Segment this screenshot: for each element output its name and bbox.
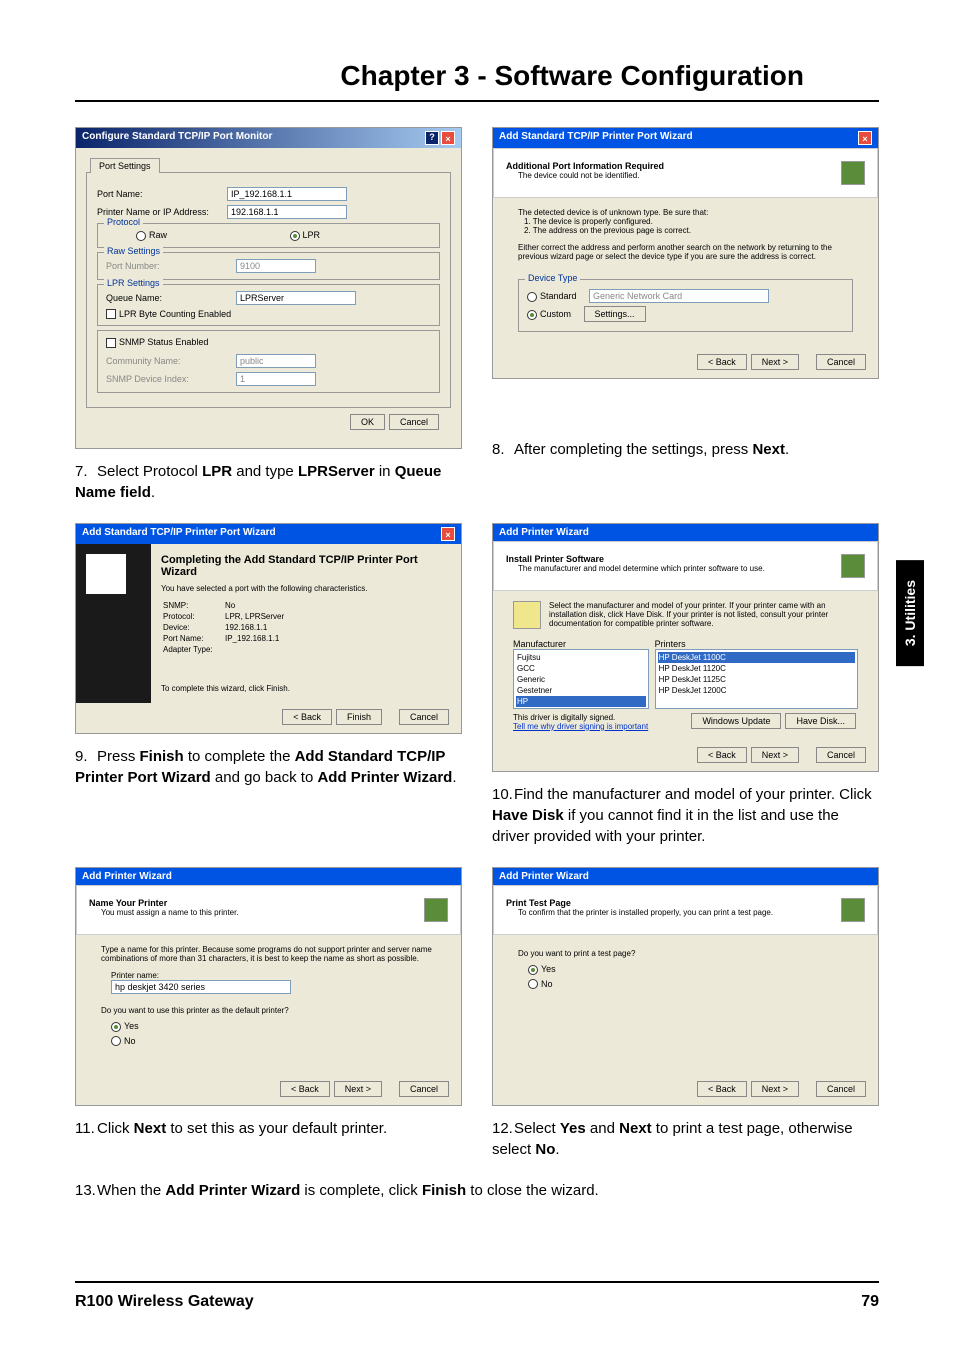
back-button[interactable]: < Back <box>697 1081 747 1097</box>
printer-icon <box>841 554 865 578</box>
wizard-heading: Name Your Printer <box>89 898 239 908</box>
step-7: 7.Select Protocol LPR and type LPRServer… <box>75 461 462 503</box>
cancel-button[interactable]: Cancel <box>816 1081 866 1097</box>
dialog-title: Add Printer Wizard <box>499 527 589 538</box>
radio-lpr[interactable] <box>290 231 300 241</box>
printer-icon <box>841 898 865 922</box>
raw-settings-legend: Raw Settings <box>104 246 163 256</box>
printer-name-input[interactable]: hp deskjet 3420 series <box>111 980 291 994</box>
cancel-button[interactable]: Cancel <box>816 354 866 370</box>
printer-icon <box>424 898 448 922</box>
radio-custom[interactable] <box>527 310 537 320</box>
step-12: 12.Select Yes and Next to print a test p… <box>492 1118 879 1160</box>
back-button[interactable]: < Back <box>697 354 747 370</box>
cancel-button[interactable]: Cancel <box>816 747 866 763</box>
snmp-legend: SNMP Status Enabled <box>119 337 208 347</box>
close-icon[interactable]: × <box>441 527 455 541</box>
dialog-name-printer: Add Printer Wizard Name Your PrinterYou … <box>75 867 462 1106</box>
wizard-subtext: The device could not be identified. <box>506 171 664 180</box>
protocol-legend: Protocol <box>104 217 143 227</box>
dialog-completing-wizard: Add Standard TCP/IP Printer Port Wizard ×… <box>75 523 462 734</box>
back-button[interactable]: < Back <box>282 709 332 725</box>
next-button[interactable]: Next > <box>334 1081 382 1097</box>
printer-addr-label: Printer Name or IP Address: <box>97 207 227 217</box>
port-name-input[interactable]: IP_192.168.1.1 <box>227 187 347 201</box>
step-11: 11.Click Next to set this as your defaul… <box>75 1118 462 1139</box>
finish-button[interactable]: Finish <box>336 709 382 725</box>
step-9: 9.Press Finish to complete the Add Stand… <box>75 746 462 788</box>
next-button[interactable]: Next > <box>751 354 799 370</box>
next-button[interactable]: Next > <box>751 747 799 763</box>
queue-name-label: Queue Name: <box>106 293 236 303</box>
windows-update-button[interactable]: Windows Update <box>691 713 781 729</box>
dialog-port-wizard-info: Add Standard TCP/IP Printer Port Wizard ×… <box>492 127 879 379</box>
lpr-byte-check[interactable] <box>106 309 116 319</box>
dialog-title: Add Standard TCP/IP Printer Port Wizard <box>499 131 693 145</box>
dialog-title: Add Printer Wizard <box>499 871 589 882</box>
next-button[interactable]: Next > <box>751 1081 799 1097</box>
wizard-icon <box>841 161 865 185</box>
footer-page: 79 <box>861 1293 879 1311</box>
signing-link[interactable]: Tell me why driver signing is important <box>513 722 648 731</box>
wizard-heading: Completing the Add Standard TCP/IP Print… <box>161 554 451 578</box>
radio-yes[interactable] <box>528 965 538 975</box>
close-icon[interactable]: × <box>858 131 872 145</box>
port-number-input: 9100 <box>236 259 316 273</box>
snmp-check[interactable] <box>106 338 116 348</box>
dialog-title: Add Standard TCP/IP Printer Port Wizard <box>82 527 276 541</box>
chapter-title: Chapter 3 - Software Configuration <box>75 0 879 102</box>
step-8: 8.After completing the settings, press N… <box>492 439 879 460</box>
wizard-heading: Additional Port Information Required <box>506 161 664 171</box>
radio-no[interactable] <box>528 979 538 989</box>
wizard-heading: Install Printer Software <box>506 554 765 564</box>
step-13: 13.When the Add Printer Wizard is comple… <box>75 1180 879 1201</box>
dialog-title: Configure Standard TCP/IP Port Monitor <box>82 131 272 145</box>
manufacturer-list[interactable]: FujitsuGCCGenericGestetnerHP <box>513 649 649 709</box>
snmp-index-input: 1 <box>236 372 316 386</box>
port-number-label: Port Number: <box>106 261 236 271</box>
radio-yes[interactable] <box>111 1022 121 1032</box>
queue-name-input[interactable]: LPRServer <box>236 291 356 305</box>
device-type-legend: Device Type <box>525 273 580 283</box>
wizard-heading: Print Test Page <box>506 898 773 908</box>
step-10: 10.Find the manufacturer and model of yo… <box>492 784 879 847</box>
snmp-index-label: SNMP Device Index: <box>106 374 236 384</box>
community-label: Community Name: <box>106 356 236 366</box>
dialog-test-page: Add Printer Wizard Print Test PageTo con… <box>492 867 879 1106</box>
radio-no[interactable] <box>111 1036 121 1046</box>
dialog-install-software: Add Printer Wizard Install Printer Softw… <box>492 523 879 772</box>
back-button[interactable]: < Back <box>280 1081 330 1097</box>
tab-port-settings[interactable]: Port Settings <box>90 158 160 173</box>
cancel-button[interactable]: Cancel <box>389 414 439 430</box>
radio-raw[interactable] <box>136 231 146 241</box>
community-input: public <box>236 354 316 368</box>
wizard-icon <box>86 554 126 594</box>
cancel-button[interactable]: Cancel <box>399 709 449 725</box>
disk-icon <box>513 601 541 629</box>
back-button[interactable]: < Back <box>697 747 747 763</box>
help-icon[interactable]: ? <box>425 131 439 145</box>
printer-addr-input[interactable]: 192.168.1.1 <box>227 205 347 219</box>
footer-product: R100 Wireless Gateway <box>75 1293 254 1311</box>
settings-button[interactable]: Settings... <box>584 306 646 322</box>
standard-select: Generic Network Card <box>589 289 769 303</box>
port-name-label: Port Name: <box>97 189 227 199</box>
ok-button[interactable]: OK <box>350 414 385 430</box>
dialog-port-monitor: Configure Standard TCP/IP Port Monitor?×… <box>75 127 462 449</box>
close-icon[interactable]: × <box>441 131 455 145</box>
printers-list[interactable]: HP DeskJet 1100CHP DeskJet 1120CHP DeskJ… <box>655 649 858 709</box>
radio-standard[interactable] <box>527 292 537 302</box>
cancel-button[interactable]: Cancel <box>399 1081 449 1097</box>
have-disk-button[interactable]: Have Disk... <box>785 713 856 729</box>
side-tab: 3. Utilities <box>896 560 924 666</box>
dialog-title: Add Printer Wizard <box>82 871 172 882</box>
lpr-settings-legend: LPR Settings <box>104 278 163 288</box>
